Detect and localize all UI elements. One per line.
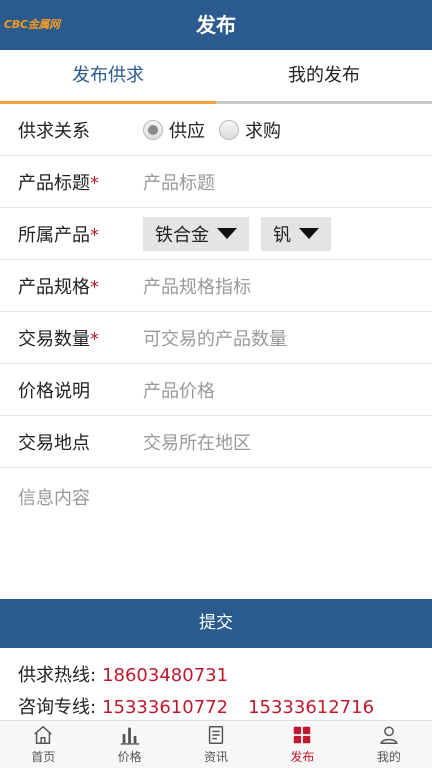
quantity-label: 交易数量* — [18, 328, 99, 350]
location-label: 交易地点 — [18, 432, 90, 454]
header: CBC金属网 发布 — [0, 0, 432, 50]
page-title: 发布 — [196, 13, 236, 37]
required-mark: * — [90, 172, 99, 194]
hotline-label: 供求热线: — [18, 665, 97, 686]
price-input[interactable]: 产品价格 — [143, 377, 215, 403]
radio-supply-label: 供应 — [169, 120, 205, 142]
product-category-value: 铁合金 — [155, 224, 209, 246]
nav-mine-label: 我的 — [376, 750, 401, 764]
hotline-row: 供求热线: 18603480731 — [18, 661, 228, 687]
home-icon — [34, 725, 52, 744]
required-mark: * — [90, 328, 99, 350]
nav-mine[interactable]: 我的 — [346, 721, 432, 768]
consult-label: 咨询专线: — [18, 697, 97, 718]
nav-news[interactable]: 资讯 — [173, 721, 259, 768]
radio-demand-circle[interactable] — [219, 119, 239, 140]
nav-news-label: 资讯 — [204, 750, 229, 764]
hotline-number[interactable]: 18603480731 — [102, 665, 228, 686]
tab-bar: 发布供求 我的发布 — [0, 50, 432, 104]
nav-home-label: 首页 — [31, 750, 56, 764]
product-label: 所属产品* — [18, 224, 99, 246]
submit-button[interactable]: 提交 — [0, 599, 432, 648]
radio-supply-circle[interactable] — [143, 119, 163, 140]
nav-price[interactable]: 价格 — [86, 721, 172, 768]
spec-label: 产品规格* — [18, 276, 99, 298]
nav-price-label: 价格 — [117, 750, 142, 764]
nav-publish-label: 发布 — [290, 750, 315, 764]
user-icon — [380, 726, 398, 744]
relation-radio-group: 供应 求购 — [143, 117, 295, 143]
product-category-select[interactable]: 铁合金 — [143, 216, 249, 251]
nav-publish[interactable]: 发布 — [259, 721, 345, 768]
location-input[interactable]: 交易所在地区 — [143, 429, 251, 455]
row-relation: 供求关系 供应 求购 — [0, 104, 432, 156]
consult-number-2[interactable]: 15333612716 — [248, 697, 374, 718]
row-price[interactable]: 价格说明 产品价格 — [0, 364, 432, 416]
price-label: 价格说明 — [18, 380, 90, 402]
tab-publish[interactable]: 发布供求 — [0, 50, 216, 104]
news-icon — [208, 726, 224, 744]
content-textarea[interactable]: 信息内容 — [18, 484, 90, 510]
row-spec[interactable]: 产品规格* 产品规格指标 — [0, 260, 432, 312]
title-label: 产品标题* — [18, 172, 99, 194]
publish-form: 供求关系 供应 求购 产品标题* 产品标题 所属产品* 铁合金 钒 产品规格* … — [0, 104, 432, 468]
quantity-input[interactable]: 可交易的产品数量 — [143, 325, 287, 351]
radio-supply[interactable]: 供应 — [143, 117, 205, 143]
spec-input[interactable]: 产品规格指标 — [143, 273, 251, 299]
grid-icon — [294, 726, 311, 744]
bottom-nav: 首页 价格 资讯 发布 我的 — [0, 720, 432, 768]
row-product: 所属产品* 铁合金 钒 — [0, 208, 432, 260]
required-mark: * — [90, 224, 99, 246]
consult-number-1[interactable]: 15333610772 — [102, 697, 228, 718]
radio-demand-label: 求购 — [245, 120, 281, 142]
nav-home[interactable]: 首页 — [0, 721, 86, 768]
chevron-down-icon — [217, 228, 237, 239]
product-subcategory-select[interactable]: 钒 — [261, 216, 331, 251]
product-subcategory-value: 钒 — [273, 224, 291, 246]
required-mark: * — [90, 276, 99, 298]
row-location[interactable]: 交易地点 交易所在地区 — [0, 416, 432, 468]
relation-label: 供求关系 — [18, 120, 90, 142]
row-title[interactable]: 产品标题* 产品标题 — [0, 156, 432, 208]
consult-row: 咨询专线: 15333610772 15333612716 — [18, 693, 374, 719]
bar-chart-icon — [120, 727, 139, 745]
chevron-down-icon — [299, 228, 319, 239]
radio-demand[interactable]: 求购 — [219, 117, 281, 143]
title-input[interactable]: 产品标题 — [143, 169, 215, 195]
row-quantity[interactable]: 交易数量* 可交易的产品数量 — [0, 312, 432, 364]
tab-my-publish[interactable]: 我的发布 — [216, 50, 432, 101]
